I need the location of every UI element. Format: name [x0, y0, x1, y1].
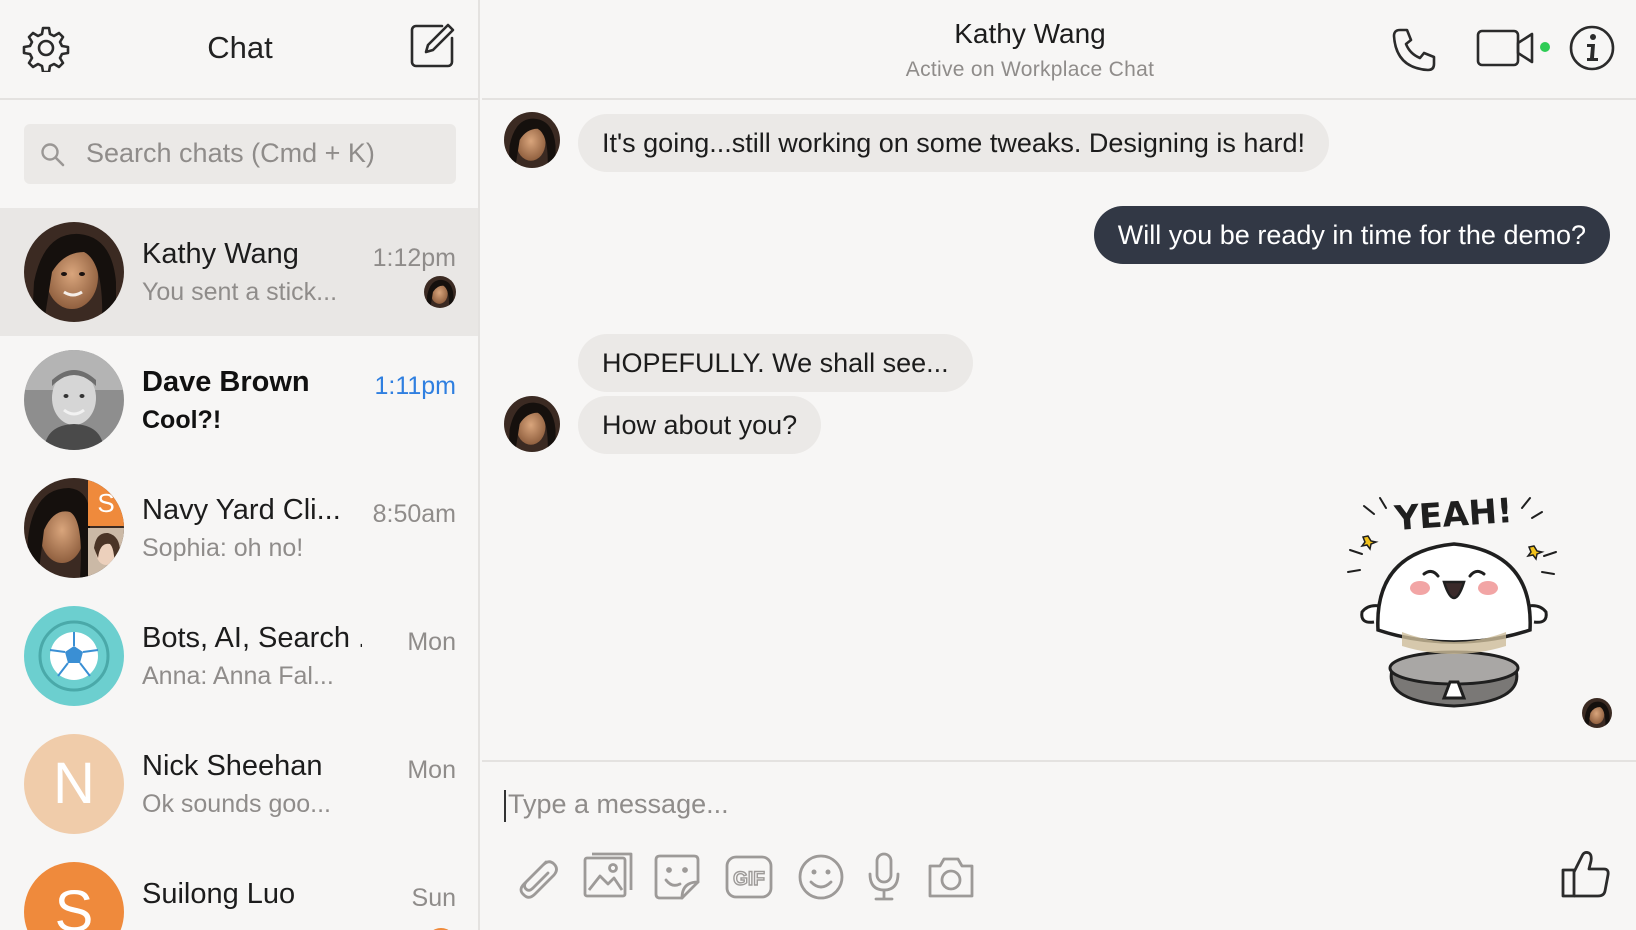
avatar [24, 350, 124, 450]
chat-item-kathy-wang[interactable]: Kathy Wang You sent a stick... 1:12pm [0, 208, 478, 336]
avatar [24, 222, 124, 322]
seen-receipt-avatar [1582, 698, 1612, 728]
group-badge-letter: S [97, 488, 114, 518]
avatar-letter: N [53, 751, 95, 816]
search-icon [41, 143, 65, 167]
voice-call-button[interactable] [1390, 26, 1438, 74]
camera-button[interactable] [926, 852, 976, 907]
message-bubble-incoming[interactable]: HOPEFULLY. We shall see... [578, 334, 973, 392]
chat-name: Bots, AI, Search ... [142, 622, 362, 654]
video-call-button[interactable] [1476, 28, 1538, 68]
chat-time: 1:12pm [372, 244, 456, 272]
chat-item-navy-yard[interactable]: S Navy Yard Cli... Sophia: oh no! 8:50am [0, 464, 478, 592]
chat-time: 8:50am [372, 500, 456, 528]
chat-time: 1:11pm [374, 372, 456, 400]
gif-button[interactable]: GIF [724, 852, 774, 907]
sidebar-header: Chat [0, 0, 478, 100]
message-bubble-outgoing[interactable]: Will you be ready in time for the demo? [1093, 206, 1610, 264]
conversation-header: Kathy Wang Active on Workplace Chat [482, 0, 1636, 100]
group-avatar: S [24, 478, 124, 578]
emoji-button[interactable] [796, 852, 846, 907]
chat-time: Mon [407, 756, 456, 784]
compose-icon [410, 23, 455, 68]
sender-avatar [504, 112, 560, 168]
info-button[interactable] [1568, 24, 1616, 72]
message-input[interactable]: Type a message... [504, 784, 1604, 824]
search-placeholder: Search chats (Cmd + K) [86, 138, 375, 168]
info-icon [1569, 25, 1615, 71]
image-icon [583, 852, 633, 898]
sender-avatar [504, 396, 560, 452]
chat-preview: Cool?! [142, 406, 222, 434]
attach-file-button[interactable] [512, 852, 562, 907]
chat-name: Nick Sheehan [142, 750, 323, 782]
paperclip-icon [519, 860, 558, 899]
avatar: N [24, 734, 124, 834]
conversation-pane: Kathy Wang Active on Workplace Chat It's… [482, 0, 1636, 930]
avatar-letter: S [54, 879, 94, 930]
chat-time: Sun [411, 884, 456, 912]
sticker-icon [654, 854, 700, 900]
chat-preview: Anna: Anna Fal... [142, 662, 334, 690]
chat-preview: Ok sounds goo... [142, 790, 332, 818]
camera-icon [928, 857, 974, 898]
chat-name: Navy Yard Cli... [142, 494, 341, 526]
phone-icon [1392, 28, 1436, 72]
text-caret [504, 789, 506, 822]
sticker-message[interactable]: YEAH! [1344, 491, 1558, 722]
message-bubble-incoming[interactable]: How about you? [578, 396, 822, 454]
microphone-icon [868, 852, 900, 901]
thumbs-up-icon [1561, 851, 1610, 898]
message-input-placeholder: Type a message... [508, 789, 729, 819]
gif-icon: GIF [725, 855, 773, 899]
emoji-icon [798, 854, 844, 900]
voice-clip-button[interactable] [866, 852, 902, 907]
chat-name: Dave Brown [142, 366, 310, 398]
workplace-chat-app: Chat Search chats (Cmd + K) Kathy Wang Y… [0, 0, 1636, 930]
like-button[interactable] [1560, 848, 1612, 900]
chat-name: Kathy Wang [142, 238, 299, 270]
chat-item-bots-ai-search[interactable]: Bots, AI, Search ... Anna: Anna Fal... M… [0, 592, 478, 720]
group-avatar [24, 606, 124, 706]
chat-list: Kathy Wang You sent a stick... 1:12pm Da… [0, 208, 478, 930]
online-indicator [1540, 42, 1550, 52]
chat-preview: Sophia: oh no! [142, 534, 304, 562]
chat-preview: You sent a stick... [142, 278, 338, 306]
chat-time: Mon [407, 628, 456, 656]
chat-item-nick-sheehan[interactable]: N Nick Sheehan Ok sounds goo... Mon [0, 720, 478, 848]
avatar: S [24, 862, 124, 930]
photo-button[interactable] [582, 852, 634, 907]
sticker-caption: YEAH! [1392, 492, 1514, 539]
video-camera-icon [1476, 29, 1534, 67]
gif-label: GIF [733, 869, 765, 890]
chat-item-dave-brown[interactable]: Dave Brown Cool?! 1:11pm [0, 336, 478, 464]
message-composer: Type a message... GIF [482, 760, 1636, 930]
sticker-button[interactable] [652, 852, 702, 907]
message-bubble-incoming[interactable]: It's going...still working on some tweak… [578, 114, 1329, 172]
search-input[interactable]: Search chats (Cmd + K) [24, 124, 456, 184]
chat-sidebar: Chat Search chats (Cmd + K) Kathy Wang Y… [0, 0, 480, 930]
chat-name: Suilong Luo [142, 878, 296, 910]
chat-item-suilong-luo[interactable]: S Suilong Luo Sun [0, 848, 478, 930]
compose-button[interactable] [408, 22, 456, 70]
read-receipt-avatar [424, 276, 456, 308]
